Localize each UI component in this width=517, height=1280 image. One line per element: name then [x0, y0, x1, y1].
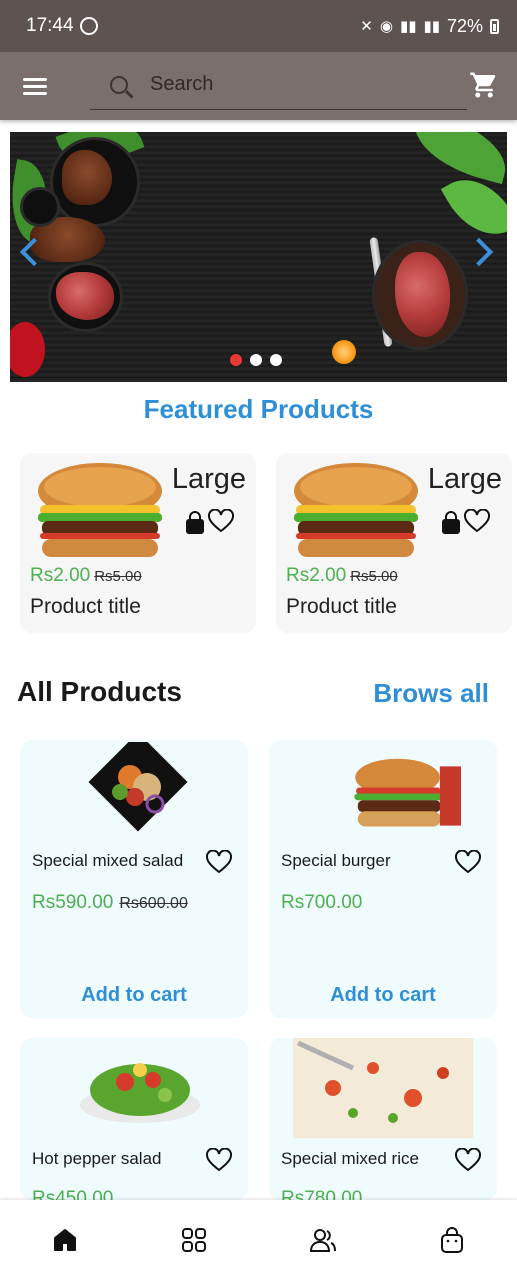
home-icon [53, 1229, 76, 1251]
old-price: Rs5.00 [350, 568, 398, 585]
product-price: Rs2.00 Rs5.00 [30, 565, 142, 587]
product-price: Rs590.00 Rs600.00 [32, 892, 188, 914]
current-price: Rs450.00 [32, 1188, 114, 1200]
carousel-dot[interactable] [250, 354, 262, 366]
add-to-cart-button[interactable]: Add to cart [269, 984, 497, 1007]
product-card[interactable]: Special mixed salad Rs590.00 Rs600.00 Add… [20, 740, 248, 1018]
product-size: Large [171, 463, 246, 495]
bag-icon [441, 1227, 464, 1253]
carousel-dot[interactable] [230, 354, 242, 366]
nav-categories[interactable] [164, 1210, 224, 1270]
product-size: Large [427, 463, 502, 495]
shopping-cart-icon[interactable] [469, 70, 499, 100]
product-price: Rs450.00 [32, 1188, 113, 1200]
current-price: Rs780.00 [281, 1188, 363, 1200]
product-name: Special burger [281, 851, 391, 870]
add-to-cart-button[interactable]: Add to cart [20, 984, 248, 1007]
product-name: Special mixed rice [281, 1149, 419, 1168]
battery-percent: 72% [446, 15, 483, 36]
product-title: Product title [286, 595, 397, 618]
4g-signal-icon: ▮▮ [399, 18, 417, 35]
leaf-decoration [405, 132, 507, 185]
steak-image [62, 150, 112, 205]
status-icons: ✕ ◉ ▮▮ ▮▮ 72% [360, 16, 499, 37]
salad-image [80, 1063, 200, 1123]
status-time: 17:44 [26, 15, 74, 36]
product-price: Rs700.00 [281, 892, 362, 914]
browse-all-link[interactable]: Brows all [373, 678, 489, 709]
rice-image [293, 1038, 473, 1138]
orange-image [332, 340, 356, 364]
current-price: Rs590.00 [32, 892, 114, 913]
nav-home[interactable] [35, 1210, 95, 1270]
all-products-title: All Products [17, 676, 182, 707]
nav-users[interactable] [293, 1210, 353, 1270]
heart-icon[interactable] [455, 1148, 481, 1172]
battery-icon [490, 18, 499, 34]
carousel-indicators [230, 354, 282, 366]
product-card[interactable]: Special burger Rs700.00 Add to cart [269, 740, 497, 1018]
heart-icon[interactable] [206, 850, 232, 874]
plate [20, 187, 60, 227]
product-card[interactable]: Special mixed rice Rs780.00 [269, 1038, 497, 1200]
status-bar: 17:44 ✕ ◉ ▮▮ ▮▮ 72% [0, 0, 517, 52]
heart-icon[interactable] [206, 1148, 232, 1172]
salad-image [88, 742, 188, 832]
mute-icon: ✕ [360, 18, 373, 35]
current-price: Rs2.00 [30, 565, 91, 586]
product-card[interactable]: Hot pepper salad Rs450.00 [20, 1038, 248, 1200]
carousel-dot[interactable] [270, 354, 282, 366]
heart-icon[interactable] [208, 509, 234, 533]
chili-image [10, 322, 45, 377]
product-name: Special mixed salad [32, 851, 184, 870]
whatsapp-icon [79, 17, 98, 35]
search-icon [110, 75, 128, 94]
featured-product-card[interactable]: Large Rs2.00 Rs5.00 Product title [20, 453, 256, 633]
heart-icon[interactable] [455, 850, 481, 874]
app-bar [0, 52, 517, 120]
burger-image [294, 463, 418, 557]
product-price: Rs2.00 Rs5.00 [286, 565, 398, 587]
old-price: Rs600.00 [119, 895, 188, 912]
search-bar[interactable] [90, 60, 467, 110]
users-icon [310, 1229, 337, 1252]
volte-signal-icon: ▮▮ [423, 18, 440, 35]
current-price: Rs700.00 [281, 892, 363, 913]
burger-image [38, 463, 162, 557]
search-input[interactable] [150, 73, 450, 96]
nav-bag[interactable] [422, 1210, 482, 1270]
product-name: Hot pepper salad [32, 1149, 162, 1168]
product-title: Product title [30, 595, 141, 618]
bag-icon[interactable] [184, 511, 206, 535]
bag-icon[interactable] [440, 511, 462, 535]
heart-icon[interactable] [464, 509, 490, 533]
featured-products-title: Featured Products [143, 394, 374, 424]
banner-carousel[interactable] [10, 132, 507, 382]
product-price: Rs780.00 [281, 1188, 362, 1200]
categories-grid-icon [181, 1228, 206, 1252]
hotspot-icon: ◉ [379, 18, 393, 35]
carousel-next-icon[interactable] [464, 237, 494, 267]
hamburger-menu-icon[interactable] [0, 52, 70, 120]
old-price: Rs5.00 [94, 568, 142, 585]
bottom-navigation [0, 1200, 517, 1280]
current-price: Rs2.00 [286, 565, 347, 586]
featured-product-card[interactable]: Large Rs2.00 Rs5.00 Product title [276, 453, 512, 633]
burger-image [354, 758, 461, 827]
